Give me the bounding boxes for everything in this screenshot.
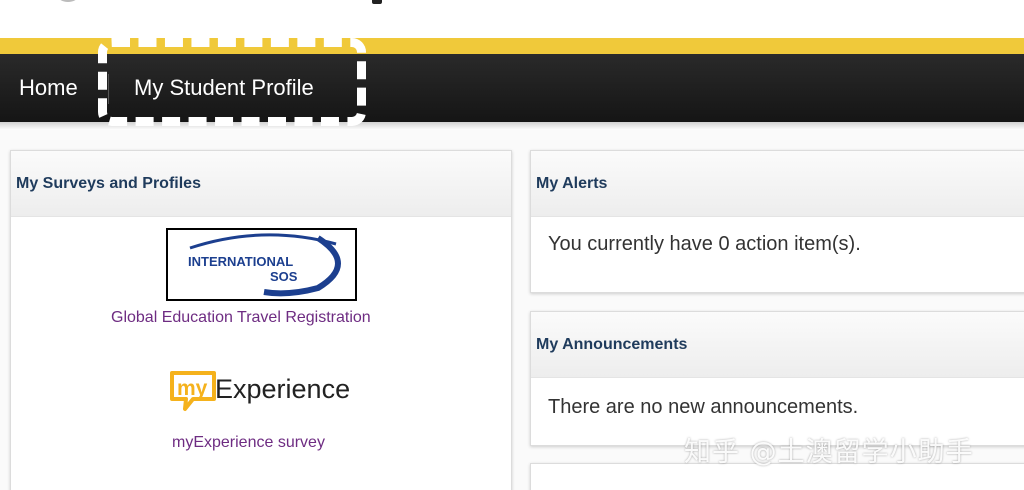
sos-logo-line2: SOS	[270, 269, 298, 284]
announcements-panel: My Announcements There are no new announ…	[530, 311, 1024, 446]
cropped-logo-fragment	[58, 0, 78, 2]
global-education-travel-link[interactable]: Global Education Travel Registration	[111, 309, 371, 327]
cropped-text-fragment	[372, 0, 382, 4]
top-strip	[0, 0, 1024, 38]
myexperience-survey-link[interactable]: myExperience survey	[172, 434, 325, 452]
panel-title: My Surveys and Profiles	[16, 175, 201, 192]
myexp-logo-experience: Experience	[215, 374, 350, 404]
sos-logo-line1: INTERNATIONAL	[188, 254, 293, 269]
panel-header: My Announcements	[531, 312, 1024, 378]
myexp-logo-my: my	[177, 377, 208, 400]
announcements-message: There are no new announcements.	[548, 396, 859, 418]
nav-home-link[interactable]: Home	[19, 54, 78, 122]
alerts-panel: My Alerts You currently have 0 action it…	[530, 150, 1024, 293]
myexperience-logo[interactable]: my Experience	[169, 369, 369, 415]
watermark-text: 知乎 @土澳留学小助手	[684, 437, 974, 468]
panel-header: My Alerts	[531, 151, 1024, 217]
panel-header: My Surveys and Profiles	[11, 151, 511, 217]
dashed-highlight-annotation	[98, 38, 366, 126]
panel-title: My Announcements	[536, 336, 688, 353]
international-sos-logo[interactable]: INTERNATIONAL SOS	[166, 228, 357, 301]
panel-title: My Alerts	[536, 175, 608, 192]
alerts-message: You currently have 0 action item(s).	[548, 233, 861, 255]
surveys-profiles-panel: My Surveys and Profiles INTERNATIONAL SO…	[10, 150, 512, 490]
